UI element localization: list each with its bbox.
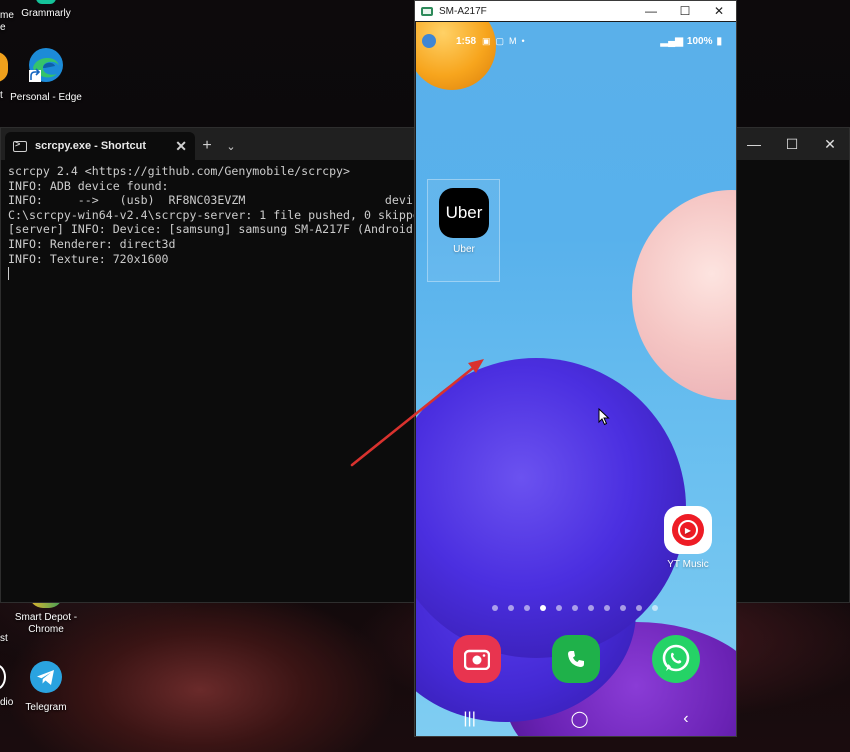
page-dot[interactable] [556, 605, 562, 611]
new-tab-button[interactable]: + [195, 132, 219, 160]
terminal-icon [13, 139, 27, 152]
grammarly-icon [36, 0, 56, 4]
desktop-icon-telegram[interactable]: Telegram [6, 660, 86, 714]
minimize-button[interactable]: — [634, 4, 668, 18]
desktop-icon-grammarly[interactable]: Grammarly [6, 0, 86, 20]
tab-scrcpy[interactable]: scrcpy.exe - Shortcut ✕ [5, 132, 195, 160]
phone-window-titlebar[interactable]: SM-A217F — ☐ ✕ [415, 1, 736, 21]
wallpaper-shape [632, 190, 736, 400]
app-uber[interactable]: Uber Uber [434, 188, 494, 255]
phone-app[interactable] [552, 635, 600, 683]
notification-icon: ▣ [482, 35, 491, 46]
close-button[interactable]: ✕ [811, 128, 849, 160]
page-dot[interactable] [508, 605, 514, 611]
dot-icon: • [521, 36, 525, 46]
recents-button[interactable]: ||| [463, 710, 475, 728]
uber-icon: Uber [439, 188, 489, 238]
battery-icon: ▮ [716, 35, 722, 47]
desktop-fragment-text: e [0, 22, 6, 33]
android-nav-bar: ||| ◯ ‹ [416, 702, 736, 736]
phone-icon [568, 651, 584, 667]
page-dot-active[interactable] [540, 605, 546, 611]
mouse-pointer-icon [598, 407, 610, 431]
page-dot[interactable] [524, 605, 530, 611]
close-button[interactable]: ✕ [702, 4, 736, 18]
annotation-arrow-icon [340, 350, 490, 475]
page-dot[interactable] [604, 605, 610, 611]
whatsapp-icon [662, 644, 690, 672]
phone-window-title: SM-A217F [439, 5, 487, 17]
status-bar: 1:58 ▣ ▢ M • ▂▄▆ 100% ▮ [416, 22, 736, 60]
page-dot[interactable] [636, 605, 642, 611]
maximize-button[interactable]: ☐ [668, 4, 702, 18]
chevron-down-icon[interactable]: ⌄ [219, 132, 243, 160]
app-yt-music[interactable]: ▶ YT Music [658, 506, 718, 570]
tab-title: scrcpy.exe - Shortcut [35, 140, 147, 152]
app-label: Uber [453, 244, 475, 255]
youtube-music-icon: ▶ [664, 506, 712, 554]
camera-icon [464, 649, 490, 670]
page-dot[interactable] [572, 605, 578, 611]
close-tab-icon[interactable]: ✕ [175, 138, 187, 155]
page-dot[interactable] [620, 605, 626, 611]
status-time: 1:58 [456, 35, 477, 47]
desktop-icon-label: Smart Depot - Chrome [14, 612, 78, 635]
back-button[interactable]: ‹ [683, 710, 688, 728]
app-label: YT Music [667, 559, 709, 570]
signal-icon: ▂▄▆ [660, 35, 683, 47]
page-dot[interactable] [492, 605, 498, 611]
desktop-icon-personal-edge[interactable]: Personal - Edge [6, 46, 86, 104]
page-indicator[interactable] [492, 605, 658, 611]
text-cursor [8, 267, 9, 281]
scrcpy-app-icon [421, 6, 433, 16]
desktop-icon-label: Telegram [25, 702, 67, 713]
maximize-button[interactable]: ☐ [773, 128, 811, 160]
desktop-icon-label: Grammarly [21, 8, 71, 19]
battery-percent: 100% [686, 35, 713, 47]
minimize-button[interactable]: — [735, 128, 773, 160]
notification-icon: ▢ [495, 35, 505, 46]
page-dot[interactable] [588, 605, 594, 611]
page-dot[interactable] [652, 605, 658, 611]
notification-icon: M [509, 36, 517, 46]
whatsapp-app[interactable] [652, 635, 700, 683]
desktop-fragment-text: t [0, 90, 3, 101]
home-button[interactable]: ◯ [571, 709, 589, 729]
telegram-icon [6, 660, 86, 698]
desktop-icon-label: Personal - Edge [10, 92, 82, 103]
edge-icon [6, 46, 86, 88]
camera-app[interactable] [453, 635, 501, 683]
